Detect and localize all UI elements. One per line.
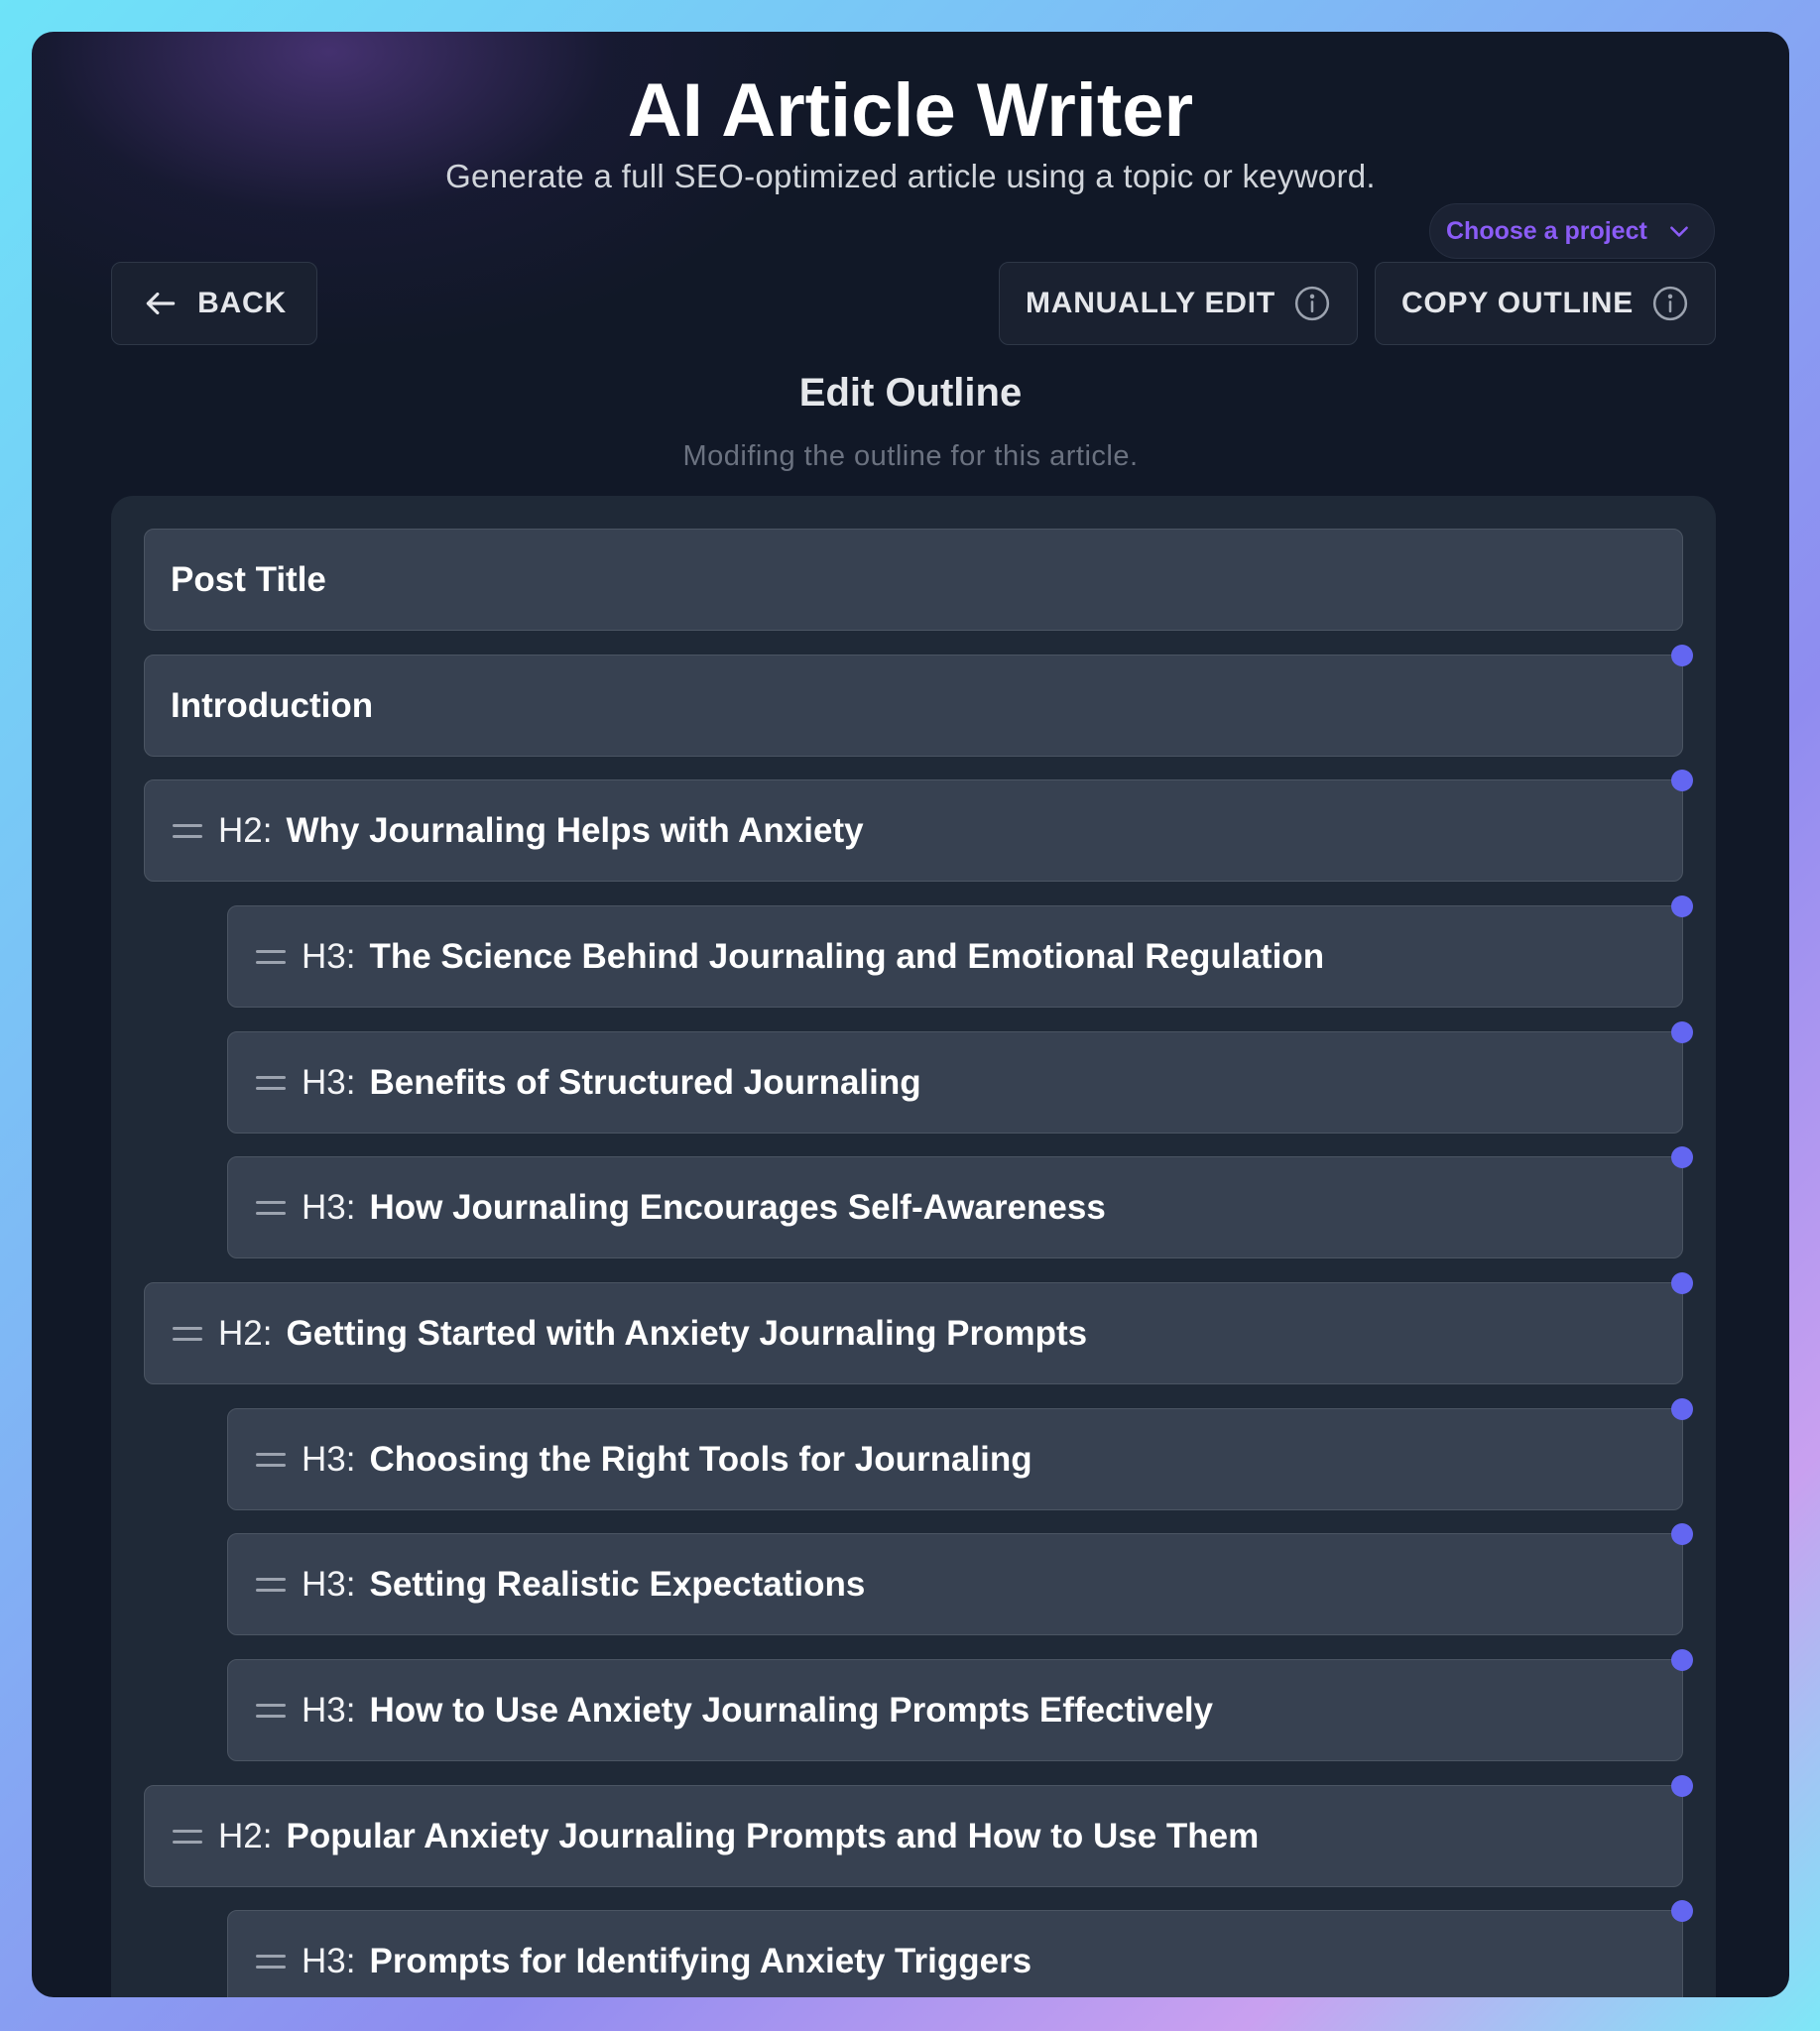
- outline-row-h2[interactable]: H2: Popular Anxiety Journaling Prompts a…: [144, 1775, 1693, 1887]
- copy-outline-label: COPY OUTLINE: [1400, 287, 1635, 319]
- introduction-label: Introduction: [171, 685, 374, 725]
- drag-handle-icon[interactable]: [173, 1829, 202, 1844]
- heading-text: Prompts for Identifying Anxiety Triggers: [369, 1941, 1032, 1980]
- heading-text: Getting Started with Anxiety Journaling …: [286, 1313, 1088, 1353]
- outline-row-h3[interactable]: H3: How to Use Anxiety Journaling Prompt…: [227, 1649, 1693, 1761]
- app-title: AI Article Writer: [627, 68, 1194, 153]
- heading-text: Popular Anxiety Journaling Prompts and H…: [286, 1816, 1260, 1855]
- heading-level: H3:: [302, 1439, 356, 1479]
- insert-point-dot[interactable]: [1671, 770, 1693, 791]
- post-title-row[interactable]: Post Title: [144, 529, 1683, 631]
- heading-level: H3:: [302, 1564, 356, 1604]
- outline-row-h3[interactable]: H3: Setting Realistic Expectations: [227, 1523, 1693, 1635]
- heading-level: H2:: [218, 810, 273, 850]
- heading-text: Choosing the Right Tools for Journaling: [369, 1439, 1032, 1479]
- heading-text: Benefits of Structured Journaling: [369, 1062, 921, 1102]
- info-icon[interactable]: [1293, 285, 1331, 322]
- app-subtitle: Generate a full SEO-optimized article us…: [445, 158, 1376, 194]
- project-select[interactable]: Choose a project: [1429, 203, 1715, 259]
- insert-point-dot[interactable]: [1671, 1523, 1693, 1545]
- info-icon[interactable]: [1651, 285, 1689, 322]
- drag-handle-icon[interactable]: [256, 1954, 286, 1969]
- insert-point-dot[interactable]: [1671, 896, 1693, 917]
- insert-point-dot[interactable]: [1671, 1900, 1693, 1922]
- heading-level: H3:: [302, 1062, 356, 1102]
- heading-level: H3:: [302, 936, 356, 976]
- heading-level: H3:: [302, 1187, 356, 1227]
- heading-level: H3:: [302, 1941, 356, 1980]
- outline-row-h3[interactable]: H3: The Science Behind Journaling and Em…: [227, 896, 1693, 1008]
- heading-level: H2:: [218, 1816, 273, 1855]
- outline-row-h3[interactable]: H3: Benefits of Structured Journaling: [227, 1021, 1693, 1134]
- heading-level: H2:: [218, 1313, 273, 1353]
- outline-row-h3[interactable]: H3: Prompts for Identifying Anxiety Trig…: [227, 1900, 1693, 1997]
- insert-point-dot[interactable]: [1671, 1398, 1693, 1420]
- outline-row-h3[interactable]: H3: How Journaling Encourages Self-Aware…: [227, 1146, 1693, 1258]
- copy-outline-button[interactable]: COPY OUTLINE: [1375, 262, 1716, 345]
- manually-edit-button[interactable]: MANUALLY EDIT: [999, 262, 1358, 345]
- outline-panel: Post Title Introduction H2: Why Journali…: [111, 496, 1716, 1997]
- insert-point-dot[interactable]: [1671, 1146, 1693, 1168]
- drag-handle-icon[interactable]: [256, 949, 286, 964]
- back-button-label: BACK: [197, 287, 287, 319]
- drag-handle-icon[interactable]: [256, 1703, 286, 1718]
- insert-point-dot[interactable]: [1671, 1272, 1693, 1294]
- post-title-label: Post Title: [171, 559, 326, 599]
- heading-text: Setting Realistic Expectations: [369, 1564, 866, 1604]
- heading-level: H3:: [302, 1690, 356, 1730]
- insert-point-dot[interactable]: [1671, 1775, 1693, 1797]
- introduction-row[interactable]: Introduction: [144, 645, 1693, 757]
- drag-handle-icon[interactable]: [173, 1326, 202, 1341]
- outline-row-h3[interactable]: H3: Choosing the Right Tools for Journal…: [227, 1398, 1693, 1510]
- heading-text: How Journaling Encourages Self-Awareness: [369, 1187, 1106, 1227]
- section-title: Edit Outline: [798, 371, 1023, 415]
- drag-handle-icon[interactable]: [256, 1452, 286, 1467]
- insert-point-dot[interactable]: [1671, 1021, 1693, 1043]
- drag-handle-icon[interactable]: [256, 1075, 286, 1090]
- drag-handle-icon[interactable]: [256, 1577, 286, 1592]
- project-select-value: Choose a project: [1446, 216, 1647, 245]
- heading-text: The Science Behind Journaling and Emotio…: [369, 936, 1325, 976]
- back-button[interactable]: BACK: [111, 262, 317, 345]
- section-subtitle: Modifing the outline for this article.: [682, 440, 1139, 472]
- heading-text: Why Journaling Helps with Anxiety: [286, 810, 864, 850]
- heading-text: How to Use Anxiety Journaling Prompts Ef…: [369, 1690, 1214, 1730]
- insert-point-dot[interactable]: [1671, 645, 1693, 666]
- insert-point-dot[interactable]: [1671, 1649, 1693, 1671]
- outline-row-h2[interactable]: H2: Why Journaling Helps with Anxiety: [144, 770, 1693, 882]
- app-window: AI Article Writer Generate a full SEO-op…: [32, 32, 1789, 1997]
- drag-handle-icon[interactable]: [173, 823, 202, 838]
- outline-row-h2[interactable]: H2: Getting Started with Anxiety Journal…: [144, 1272, 1693, 1384]
- manually-edit-label: MANUALLY EDIT: [1025, 287, 1276, 319]
- chevron-down-icon: [1670, 226, 1688, 237]
- drag-handle-icon[interactable]: [256, 1200, 286, 1215]
- arrow-left-icon: [146, 292, 176, 315]
